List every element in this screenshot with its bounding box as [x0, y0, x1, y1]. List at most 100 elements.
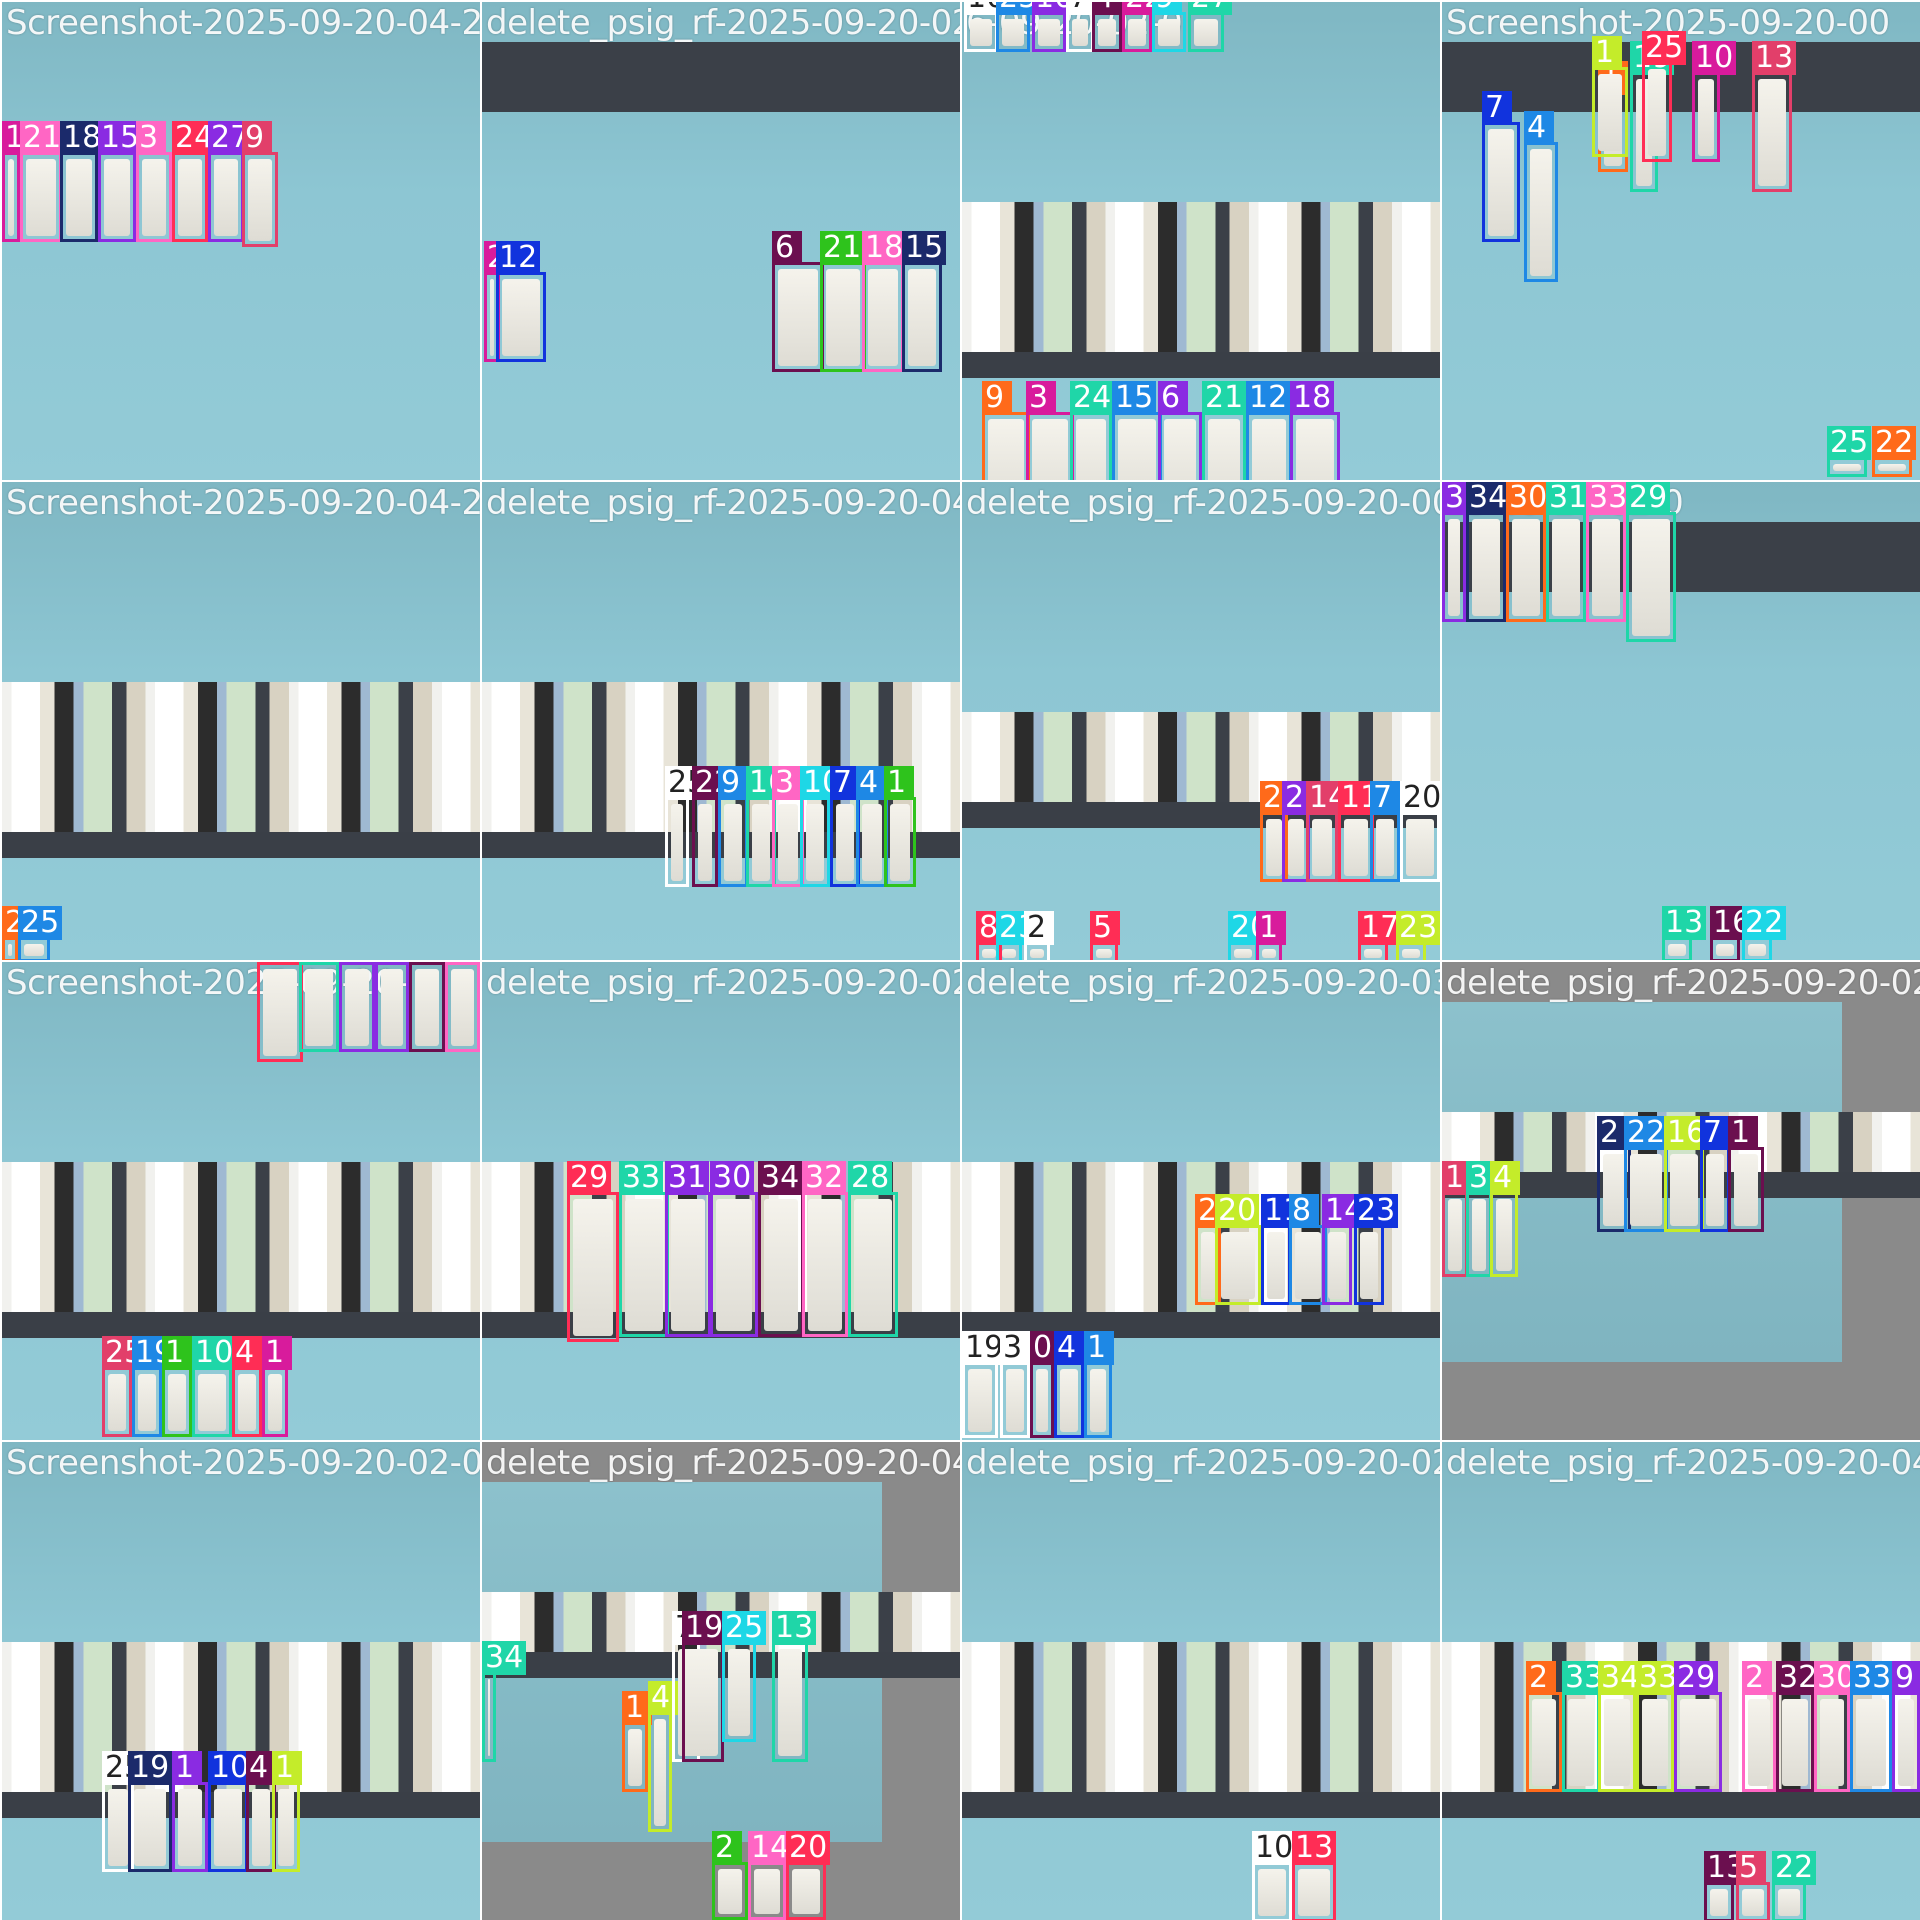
- mahjong-tile: [1716, 944, 1734, 956]
- class-label: 9: [718, 766, 748, 800]
- mahjong-tile: [1648, 69, 1666, 156]
- detection-box: 14: [1306, 781, 1351, 882]
- detection-box: 28: [848, 1161, 898, 1337]
- mahjong-tile: [1262, 949, 1276, 958]
- detection-box: 0: [1030, 1331, 1060, 1438]
- bookshelf: [2, 1162, 480, 1312]
- mahjong-tile: [988, 419, 1024, 480]
- mahjong-tile: [1782, 1699, 1808, 1786]
- class-label: 24: [1070, 381, 1115, 415]
- detection-box: 22: [1772, 1851, 1817, 1920]
- mahjong-tile: [1030, 949, 1044, 958]
- class-label: 34: [1466, 482, 1511, 515]
- class-label: 33: [299, 962, 344, 965]
- class-label: 19: [128, 1751, 173, 1785]
- mahjong-tile: [1098, 19, 1116, 46]
- class-label: 6: [1158, 381, 1188, 415]
- class-label: 9: [1152, 2, 1182, 15]
- mosaic-tile: delete_psig_rf-2025-09-20-02-0 16 3 4 2 22 16 7…: [1442, 962, 1920, 1440]
- mahjong-tile: [238, 1374, 256, 1431]
- mosaic-tile: Screenshot-2025-09-20-293331303432251911…: [2, 962, 480, 1440]
- mahjong-tile: [1252, 419, 1286, 480]
- mahjong-tile: [698, 804, 712, 881]
- detection-box: 14: [1322, 1194, 1367, 1305]
- mahjong-tile: [573, 1199, 613, 1336]
- mahjong-tile: [24, 944, 44, 956]
- mahjong-tile: [1898, 1699, 1914, 1786]
- mahjong-tile: [1568, 1699, 1594, 1786]
- class-label: 31: [1546, 482, 1591, 515]
- class-label: 1: [1256, 911, 1286, 945]
- mahjong-tile: [970, 19, 992, 46]
- class-label: 18: [1290, 381, 1335, 415]
- tile-title: Screenshot-2025-09-20-02-0: [6, 1443, 480, 1483]
- mahjong-tile: [1856, 1699, 1886, 1786]
- detection-box: 16: [1032, 2, 1077, 52]
- detection-box: 24: [1070, 381, 1115, 480]
- class-label: 30: [710, 1161, 755, 1195]
- class-label: 33: [1850, 1661, 1895, 1695]
- detection-box: 14: [748, 1831, 793, 1920]
- class-label: 18: [862, 231, 907, 265]
- mahjong-tile: [1298, 1869, 1330, 1916]
- mahjong-tile: [1076, 419, 1106, 480]
- detection-box: 11: [1338, 781, 1383, 882]
- detection-box: 29: [1626, 482, 1676, 642]
- mahjong-tile: [688, 1649, 718, 1756]
- bookshelf: [2, 682, 480, 832]
- detection-box: 10: [1252, 1831, 1297, 1920]
- class-label: 10: [1692, 41, 1737, 75]
- detection-box: 33: [1850, 1661, 1895, 1792]
- detection-box: 25: [996, 2, 1041, 52]
- detection-box: 25: [18, 906, 63, 960]
- mahjong-tile: [654, 1719, 666, 1826]
- mahjong-tile: [1778, 1889, 1800, 1916]
- mahjong-tile: [1118, 419, 1156, 480]
- mahjong-tile: [792, 1869, 820, 1914]
- mahjong-tile: [1742, 1889, 1764, 1916]
- detection-box: 27: [208, 121, 253, 242]
- detection-box: 3: [1000, 1331, 1030, 1438]
- class-label: 19: [682, 1611, 727, 1645]
- detection-box: 20: [1215, 1194, 1261, 1305]
- detection-box: 5: [1736, 1851, 1770, 1920]
- detection-box: 34: [1466, 482, 1511, 622]
- mahjong-tile: [716, 1199, 752, 1331]
- shelf-rail: [482, 42, 960, 112]
- class-label: 29: [257, 962, 302, 965]
- mahjong-tile: [1328, 1232, 1346, 1299]
- detection-box: 13: [772, 1611, 817, 1762]
- detection-box: 2: [1742, 1661, 1776, 1792]
- detection-box: 22: [1624, 1116, 1669, 1232]
- detection-box: 4: [648, 1681, 678, 1832]
- mahjong-tile: [754, 1869, 780, 1914]
- class-label: 21: [20, 121, 65, 155]
- mahjong-tile: [1221, 1232, 1255, 1299]
- mahjong-tile: [1632, 519, 1670, 636]
- mahjong-tile: [168, 1374, 186, 1431]
- mahjong-tile: [808, 1199, 842, 1331]
- detection-box: 34: [1598, 1661, 1643, 1792]
- mahjong-tile: [1680, 1699, 1716, 1786]
- mahjong-tile: [1312, 819, 1332, 876]
- mosaic-tile: delete_psig_rf-2025-09-20-04-2 2 33 34 33 29 2…: [1442, 1442, 1920, 1920]
- detection-box: 30: [710, 1161, 758, 1337]
- class-label: 20: [786, 1831, 831, 1865]
- mahjong-tile: [752, 804, 770, 881]
- detection-box: 4: [1092, 2, 1122, 52]
- class-label: 10: [1252, 1831, 1297, 1865]
- mosaic-tile: delete_psig_rf-2025-09-20-04-23414719251…: [482, 1442, 960, 1920]
- tile-title: Screenshot-2025-09-20-04-24-12: [6, 3, 480, 43]
- class-label: 9: [1892, 1661, 1920, 1695]
- detection-box: 18: [862, 231, 907, 372]
- class-label: 4: [1490, 1161, 1520, 1195]
- detection-box: 23: [996, 911, 1041, 960]
- detection-box: 1: [622, 1691, 652, 1792]
- class-label: 2: [712, 1831, 742, 1865]
- mahjong-tile: [1194, 19, 1218, 46]
- detection-box: 21: [1202, 381, 1247, 480]
- detection-box: 22: [1742, 906, 1787, 960]
- mahjong-tile: [1288, 819, 1304, 876]
- mosaic-tile: delete_psig_rf-2025-09-20-03-0 2 20 11 8 14 23…: [962, 962, 1440, 1440]
- class-label: 2: [1526, 1661, 1556, 1695]
